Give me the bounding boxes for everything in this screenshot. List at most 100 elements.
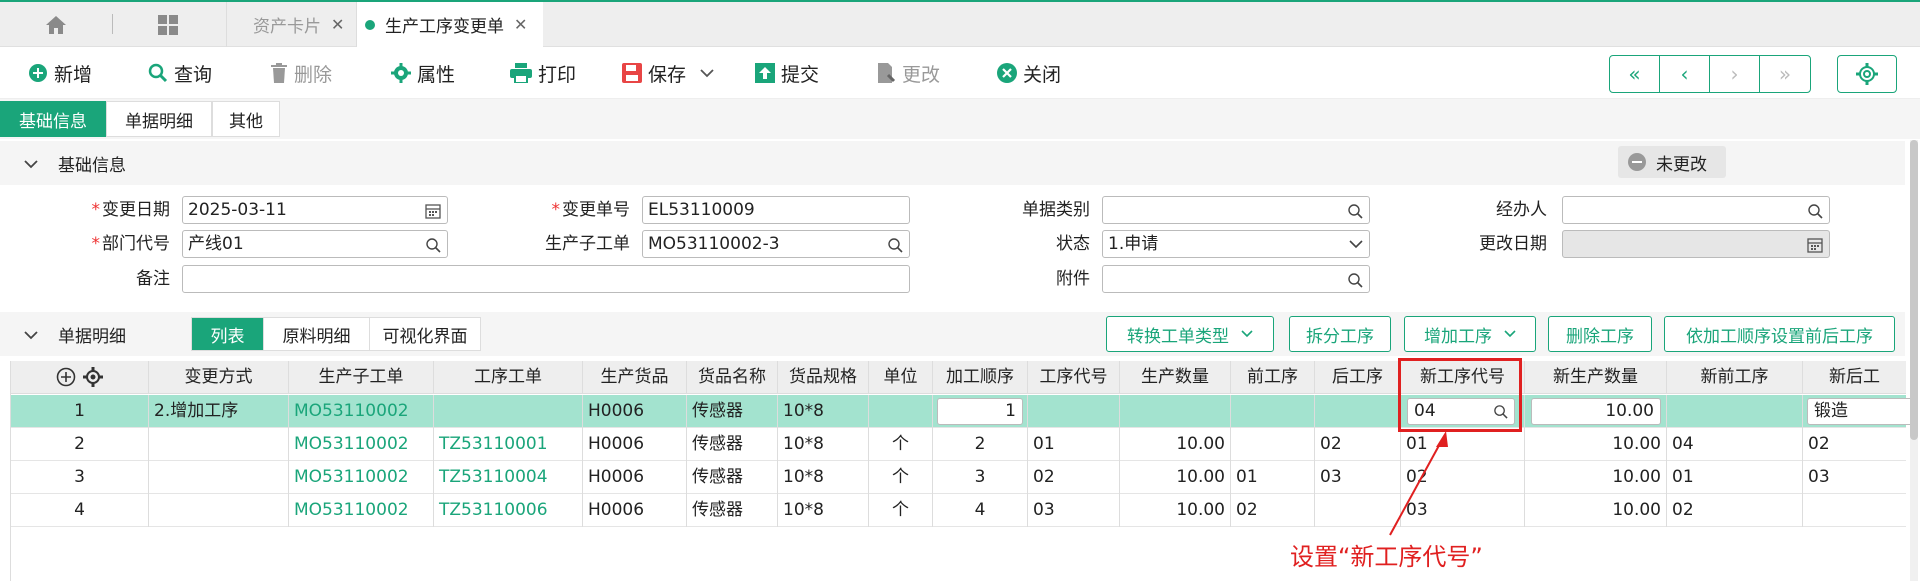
grid-icon[interactable]: [148, 2, 188, 47]
sub-order-link[interactable]: MO53110002: [289, 494, 434, 527]
set-process-order-button[interactable]: 依加工顺序设置前后工序: [1664, 316, 1895, 352]
minus-circle-icon: [1628, 153, 1646, 171]
submit-button[interactable]: 提交: [755, 60, 819, 86]
section-title: 单据明细: [58, 326, 126, 347]
add-circle-icon: [56, 367, 76, 387]
col-header[interactable]: 新前工序: [1667, 361, 1803, 394]
col-header[interactable]: 新后工: [1803, 361, 1906, 394]
chevron-down-icon[interactable]: [24, 154, 38, 173]
table-row[interactable]: 2 MO53110002 TZ53110001 H0006 传感器 10*8 个…: [11, 428, 1906, 461]
add-button[interactable]: 新增: [28, 60, 92, 86]
new-next-process-input[interactable]: 锻造: [1807, 398, 1917, 425]
col-header[interactable]: 货品名称: [687, 361, 778, 394]
col-header[interactable]: 生产货品: [583, 361, 687, 394]
change-date-field[interactable]: 2025-03-11: [182, 196, 448, 224]
attachment-field[interactable]: [1102, 265, 1370, 293]
chevron-down-icon: [1349, 240, 1363, 249]
detail-grid: 变更方式 生产子工单 工序工单 生产货品 货品名称 货品规格 单位 加工顺序 工…: [10, 361, 1917, 581]
home-icon[interactable]: [36, 2, 76, 47]
print-button[interactable]: 打印: [510, 60, 576, 86]
search-icon: [1348, 273, 1363, 288]
tab-process-change[interactable]: 生产工序变更单 ✕: [357, 2, 543, 47]
new-quantity-input[interactable]: 10.00: [1531, 398, 1661, 425]
prev-record-button[interactable]: ‹: [1660, 56, 1710, 92]
tab-label: 资产卡片: [253, 17, 321, 37]
process-order-link[interactable]: TZ53110001: [434, 428, 583, 461]
add-process-button[interactable]: 增加工序: [1404, 316, 1536, 352]
printer-icon: [510, 63, 532, 83]
process-order-link[interactable]: TZ53110004: [434, 461, 583, 494]
delete-process-button[interactable]: 删除工序: [1548, 316, 1652, 352]
close-icon[interactable]: ✕: [331, 15, 344, 34]
status-label: 状态: [1056, 234, 1090, 254]
change-no-field[interactable]: EL53110009: [642, 196, 910, 224]
change-date-label: * 变更日期: [91, 200, 171, 220]
close-icon[interactable]: ✕: [514, 15, 527, 34]
detail-view-tabs: 列表 原料明细 可视化界面: [191, 317, 481, 351]
search-icon: [888, 238, 903, 253]
table-row[interactable]: 1 2.增加工序 MO53110002 H0006 传感器 10*8 1 04 …: [11, 395, 1917, 428]
status-badge: 未更改: [1618, 146, 1726, 178]
col-header[interactable]: 加工顺序: [933, 361, 1028, 394]
close-button[interactable]: 关闭: [997, 60, 1061, 86]
tab-basic-info[interactable]: 基础信息: [0, 101, 106, 137]
toolbar: 新增 查询 删除 属性 打印 保存 提交 更改 关闭 « ‹ › »: [0, 47, 1920, 99]
edit-doc-icon: [878, 63, 896, 83]
last-record-button[interactable]: »: [1760, 56, 1810, 92]
scrollbar-thumb[interactable]: [1910, 140, 1918, 440]
annotation-highlight-box: [1398, 358, 1522, 432]
tab-asset-card[interactable]: 资产卡片 ✕: [253, 2, 344, 47]
table-row[interactable]: 4 MO53110002 TZ53110006 H0006 传感器 10*8 个…: [11, 494, 1906, 527]
col-header[interactable]: 工序代号: [1028, 361, 1120, 394]
doc-type-field[interactable]: [1102, 196, 1370, 224]
annotation-text: 设置“新工序代号”: [1290, 543, 1483, 571]
sub-order-field[interactable]: MO53110002-3: [642, 230, 910, 258]
tab-materials[interactable]: 原料明细: [264, 318, 370, 350]
properties-button[interactable]: 属性: [391, 60, 455, 86]
tab-document-detail[interactable]: 单据明细: [106, 101, 212, 137]
col-header[interactable]: 货品规格: [778, 361, 869, 394]
attachment-label: 附件: [1056, 269, 1090, 289]
chevron-down-icon[interactable]: [24, 325, 38, 344]
dept-code-field[interactable]: 产线01: [182, 230, 448, 258]
col-header[interactable]: 生产数量: [1120, 361, 1231, 394]
col-header[interactable]: 前工序: [1231, 361, 1315, 394]
col-header[interactable]: 后工序: [1315, 361, 1401, 394]
sub-order-link[interactable]: MO53110002: [289, 428, 434, 461]
save-button[interactable]: 保存: [622, 60, 720, 86]
handler-field[interactable]: [1562, 196, 1830, 224]
tab-other[interactable]: 其他: [212, 101, 280, 137]
sequence-input[interactable]: 1: [937, 398, 1023, 425]
col-header[interactable]: 新生产数量: [1525, 361, 1667, 394]
doc-type-label: 单据类别: [1022, 200, 1090, 220]
section-tabs: 基础信息 单据明细 其他: [0, 99, 1920, 139]
convert-order-type-button[interactable]: 转换工单类型: [1106, 316, 1274, 352]
search-icon: [1808, 204, 1823, 219]
remark-label: 备注: [136, 269, 170, 289]
col-header[interactable]: 单位: [869, 361, 933, 394]
split-process-button[interactable]: 拆分工序: [1289, 316, 1391, 352]
vertical-scrollbar[interactable]: [1910, 140, 1918, 581]
settings-button[interactable]: [1837, 55, 1897, 93]
sub-order-link[interactable]: MO53110002: [289, 461, 434, 494]
query-button[interactable]: 查询: [148, 60, 212, 86]
first-record-button[interactable]: «: [1610, 56, 1660, 92]
modify-button[interactable]: 更改: [876, 60, 940, 86]
tab-list[interactable]: 列表: [192, 318, 264, 350]
col-header[interactable]: 变更方式: [149, 361, 289, 394]
process-order-link[interactable]: TZ53110006: [434, 494, 583, 527]
search-icon: [148, 63, 168, 83]
delete-button[interactable]: 删除: [270, 60, 332, 86]
status-select[interactable]: 1.申请: [1102, 230, 1370, 258]
tab-visual[interactable]: 可视化界面: [370, 318, 480, 350]
close-circle-icon: [997, 63, 1017, 83]
col-header[interactable]: 工序工单: [434, 361, 583, 394]
next-record-button[interactable]: ›: [1710, 56, 1760, 92]
col-header[interactable]: 生产子工单: [289, 361, 434, 394]
calendar-icon: [425, 204, 441, 219]
record-navigation: « ‹ › »: [1609, 55, 1811, 93]
remark-field[interactable]: [182, 265, 910, 293]
table-row[interactable]: 3 MO53110002 TZ53110004 H0006 传感器 10*8 个…: [11, 461, 1906, 494]
sub-order-link[interactable]: MO53110002: [289, 395, 434, 428]
handler-label: 经办人: [1496, 200, 1547, 220]
